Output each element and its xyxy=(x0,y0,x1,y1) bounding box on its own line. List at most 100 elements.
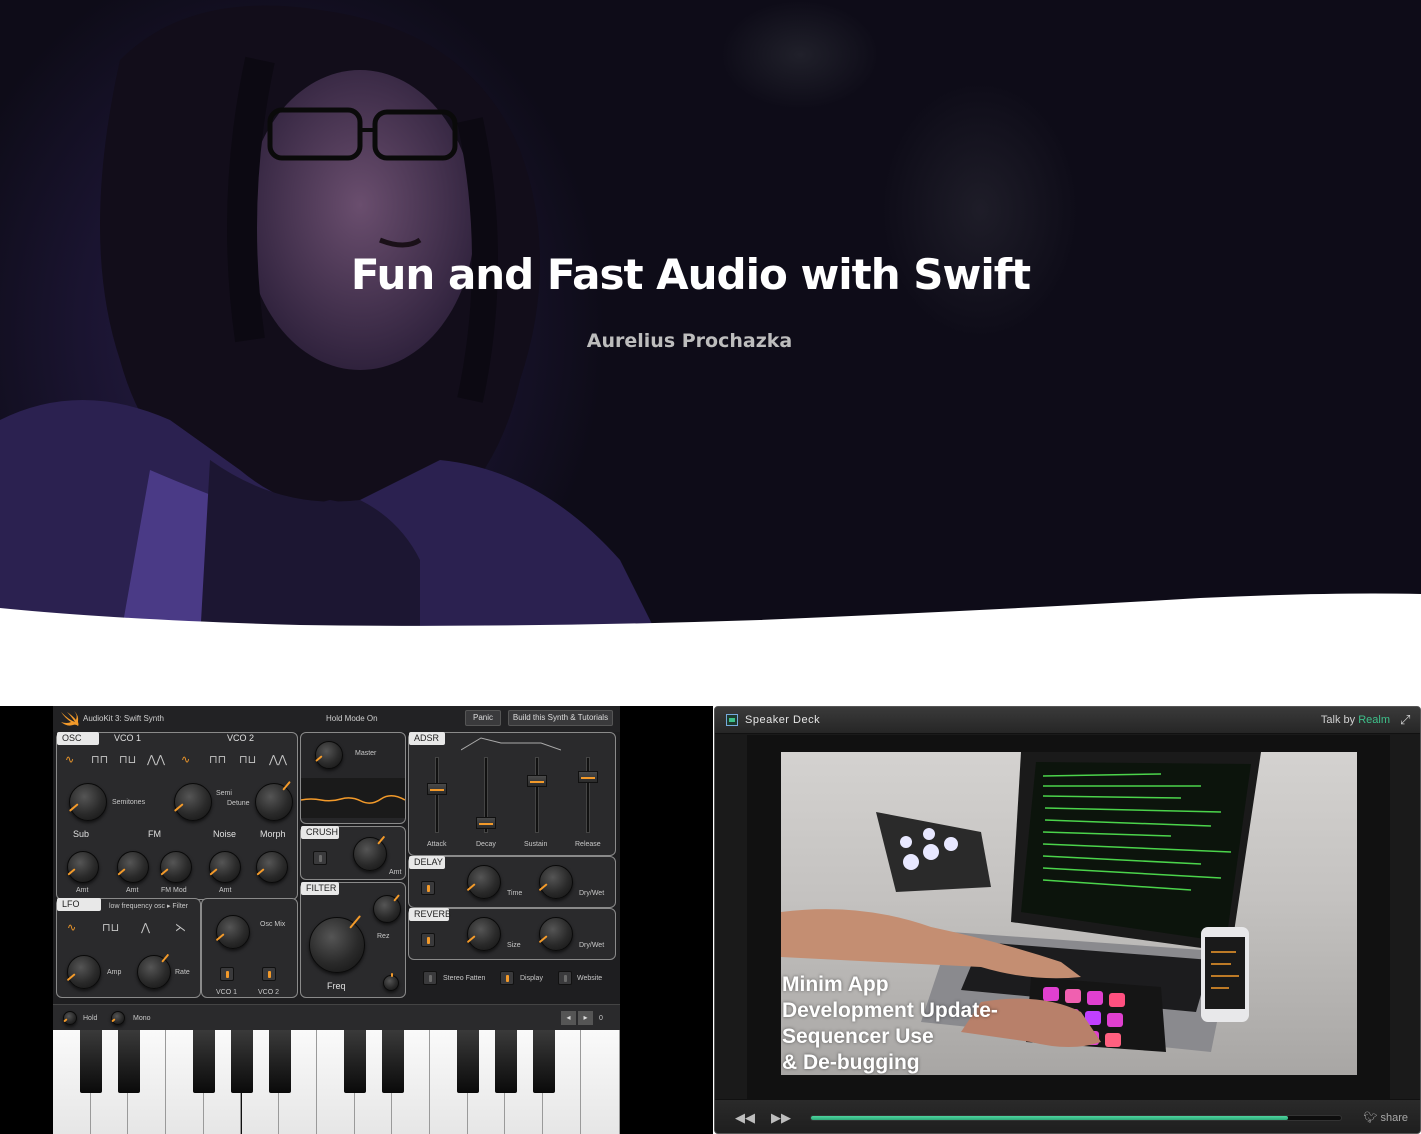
slide-viewer[interactable]: Minim App Development Update- Sequencer … xyxy=(747,735,1390,1099)
octave-down-button[interactable]: ◂ xyxy=(561,1011,576,1025)
lfo-saw-icon[interactable]: ⋀ xyxy=(141,921,150,934)
sustain-fader[interactable] xyxy=(527,775,547,787)
osc-mix-label: Osc Mix xyxy=(260,921,286,928)
speaker-photo xyxy=(0,5,660,640)
panic-button[interactable]: Panic xyxy=(465,710,501,726)
fullscreen-icon[interactable]: ⤢ xyxy=(1400,713,1414,727)
website-toggle[interactable] xyxy=(558,971,572,985)
square-wave-icon-2[interactable]: ⊓⊓ xyxy=(209,753,226,766)
detune-label: Detune xyxy=(227,800,250,807)
fm-mod-knob[interactable] xyxy=(160,851,192,883)
black-key[interactable] xyxy=(231,1030,253,1093)
semi-knob[interactable] xyxy=(174,783,212,821)
semitones-knob[interactable] xyxy=(69,783,107,821)
black-key[interactable] xyxy=(80,1030,102,1093)
square-wave-icon[interactable]: ⊓⊓ xyxy=(91,753,108,766)
octave-value: 0 xyxy=(599,1015,603,1022)
freq-knob[interactable] xyxy=(309,917,365,973)
delay-time-knob[interactable] xyxy=(467,865,501,899)
lfo-amp-knob[interactable] xyxy=(67,955,101,989)
sub-amt-knob[interactable] xyxy=(67,851,99,883)
pulse-wave-icon[interactable]: ⊓⊔ xyxy=(119,753,136,766)
crush-toggle[interactable] xyxy=(313,851,327,865)
slide-progress-bar[interactable] xyxy=(810,1115,1342,1121)
sustain-label: Sustain xyxy=(524,841,548,848)
saw-wave-icon-2[interactable]: ⋀⋀ xyxy=(269,753,287,766)
delay-drywet-knob[interactable] xyxy=(539,865,573,899)
saw-wave-icon[interactable]: ⋀⋀ xyxy=(147,753,165,766)
vco2-label: VCO 2 xyxy=(227,733,255,743)
rez-label: Rez xyxy=(377,933,390,940)
synth-app: AudioKit 3: Swift Synth Hold Mode On Pan… xyxy=(53,706,620,1134)
black-key[interactable] xyxy=(193,1030,215,1093)
crush-panel: CRUSH Amt xyxy=(300,826,406,880)
reverb-size-knob[interactable] xyxy=(467,917,501,951)
speaker-name[interactable]: Aurelius Prochazka xyxy=(0,330,1379,352)
sine-wave-icon-2[interactable]: ∿ xyxy=(181,753,190,766)
sustain-fader-track xyxy=(535,757,539,833)
black-key[interactable] xyxy=(118,1030,140,1093)
noise-amt-label: Amt xyxy=(219,887,232,894)
adsr-envelope-display xyxy=(461,737,561,751)
filter-tab: FILTER xyxy=(301,882,339,895)
speaker-deck-embed: Speaker Deck Talk by Realm ⤢ Minim App D… xyxy=(714,706,1421,1134)
lfo-ramp-icon[interactable]: ⋋ xyxy=(175,921,186,934)
detune-knob[interactable] xyxy=(255,783,293,821)
rez-knob[interactable] xyxy=(373,895,401,923)
attack-fader[interactable] xyxy=(427,783,447,795)
black-key[interactable] xyxy=(382,1030,404,1093)
lfo-rate-knob[interactable] xyxy=(137,955,171,989)
lfo-panel: LFO low frequency osc ▸ Filter ∿ ⊓⊔ ⋀ ⋋ … xyxy=(56,898,201,998)
reverb-drywet-knob[interactable] xyxy=(539,917,573,951)
speaker-deck-logo-icon[interactable] xyxy=(726,714,738,726)
lfo-rate-label: Rate xyxy=(175,969,190,976)
octave-up-button[interactable]: ▸ xyxy=(578,1011,593,1025)
semitones-label: Semitones xyxy=(112,799,146,806)
morph-knob[interactable] xyxy=(256,851,288,883)
sine-wave-icon[interactable]: ∿ xyxy=(65,753,74,766)
slide-line-3: Sequencer Use xyxy=(782,1025,934,1048)
lfo-vco1-toggle[interactable] xyxy=(220,967,234,981)
vco1-label: VCO 1 xyxy=(114,733,142,743)
white-key[interactable] xyxy=(580,1030,620,1134)
previous-slide-icon[interactable]: ◀◀ xyxy=(735,1110,755,1126)
hold-toggle[interactable] xyxy=(63,1011,77,1025)
black-key[interactable] xyxy=(344,1030,366,1093)
black-key[interactable] xyxy=(457,1030,479,1093)
reverb-drywet-label: Dry/Wet xyxy=(579,942,605,949)
share-label: share xyxy=(1380,1112,1408,1124)
black-key[interactable] xyxy=(269,1030,291,1093)
lfo-vco2-toggle[interactable] xyxy=(262,967,276,981)
filter-small-knob[interactable] xyxy=(383,975,399,991)
noise-amt-knob[interactable] xyxy=(209,851,241,883)
crush-amt-knob[interactable] xyxy=(353,837,387,871)
lfo-sine-icon[interactable]: ∿ xyxy=(67,921,76,934)
release-fader[interactable] xyxy=(578,771,598,783)
share-button[interactable]: 🐦︎ share xyxy=(1363,1111,1408,1124)
mono-toggle[interactable] xyxy=(111,1011,125,1025)
pulse-wave-icon-2[interactable]: ⊓⊔ xyxy=(239,753,256,766)
stereo-fatten-toggle[interactable] xyxy=(423,971,437,985)
synth-screenshot: AudioKit 3: Swift Synth Hold Mode On Pan… xyxy=(0,706,713,1134)
lfo-amp-label: Amp xyxy=(107,969,122,976)
decay-fader[interactable] xyxy=(476,817,496,829)
realm-link[interactable]: Realm xyxy=(1358,714,1390,726)
fm-amt-knob[interactable] xyxy=(117,851,149,883)
piano-keyboard[interactable] xyxy=(53,1030,620,1134)
deck-title[interactable]: Speaker Deck xyxy=(745,714,820,726)
attack-fader-track xyxy=(435,757,439,833)
reverb-toggle[interactable] xyxy=(421,933,435,947)
talk-by-label: Talk by Realm xyxy=(1321,714,1390,726)
osc-mix-panel: Osc Mix VCO 1 VCO 2 xyxy=(201,898,298,998)
reverb-tab: REVERB xyxy=(409,908,451,921)
next-slide-icon[interactable]: ▶▶ xyxy=(771,1110,791,1126)
master-knob[interactable] xyxy=(315,741,343,769)
black-key[interactable] xyxy=(533,1030,555,1093)
delay-toggle[interactable] xyxy=(421,881,435,895)
talk-by-text: Talk by xyxy=(1320,714,1356,726)
lfo-square-icon[interactable]: ⊓⊔ xyxy=(102,921,119,934)
build-synth-button[interactable]: Build this Synth & Tutorials xyxy=(508,710,613,726)
display-toggle[interactable] xyxy=(500,971,514,985)
black-key[interactable] xyxy=(495,1030,517,1093)
osc-mix-knob[interactable] xyxy=(216,915,250,949)
